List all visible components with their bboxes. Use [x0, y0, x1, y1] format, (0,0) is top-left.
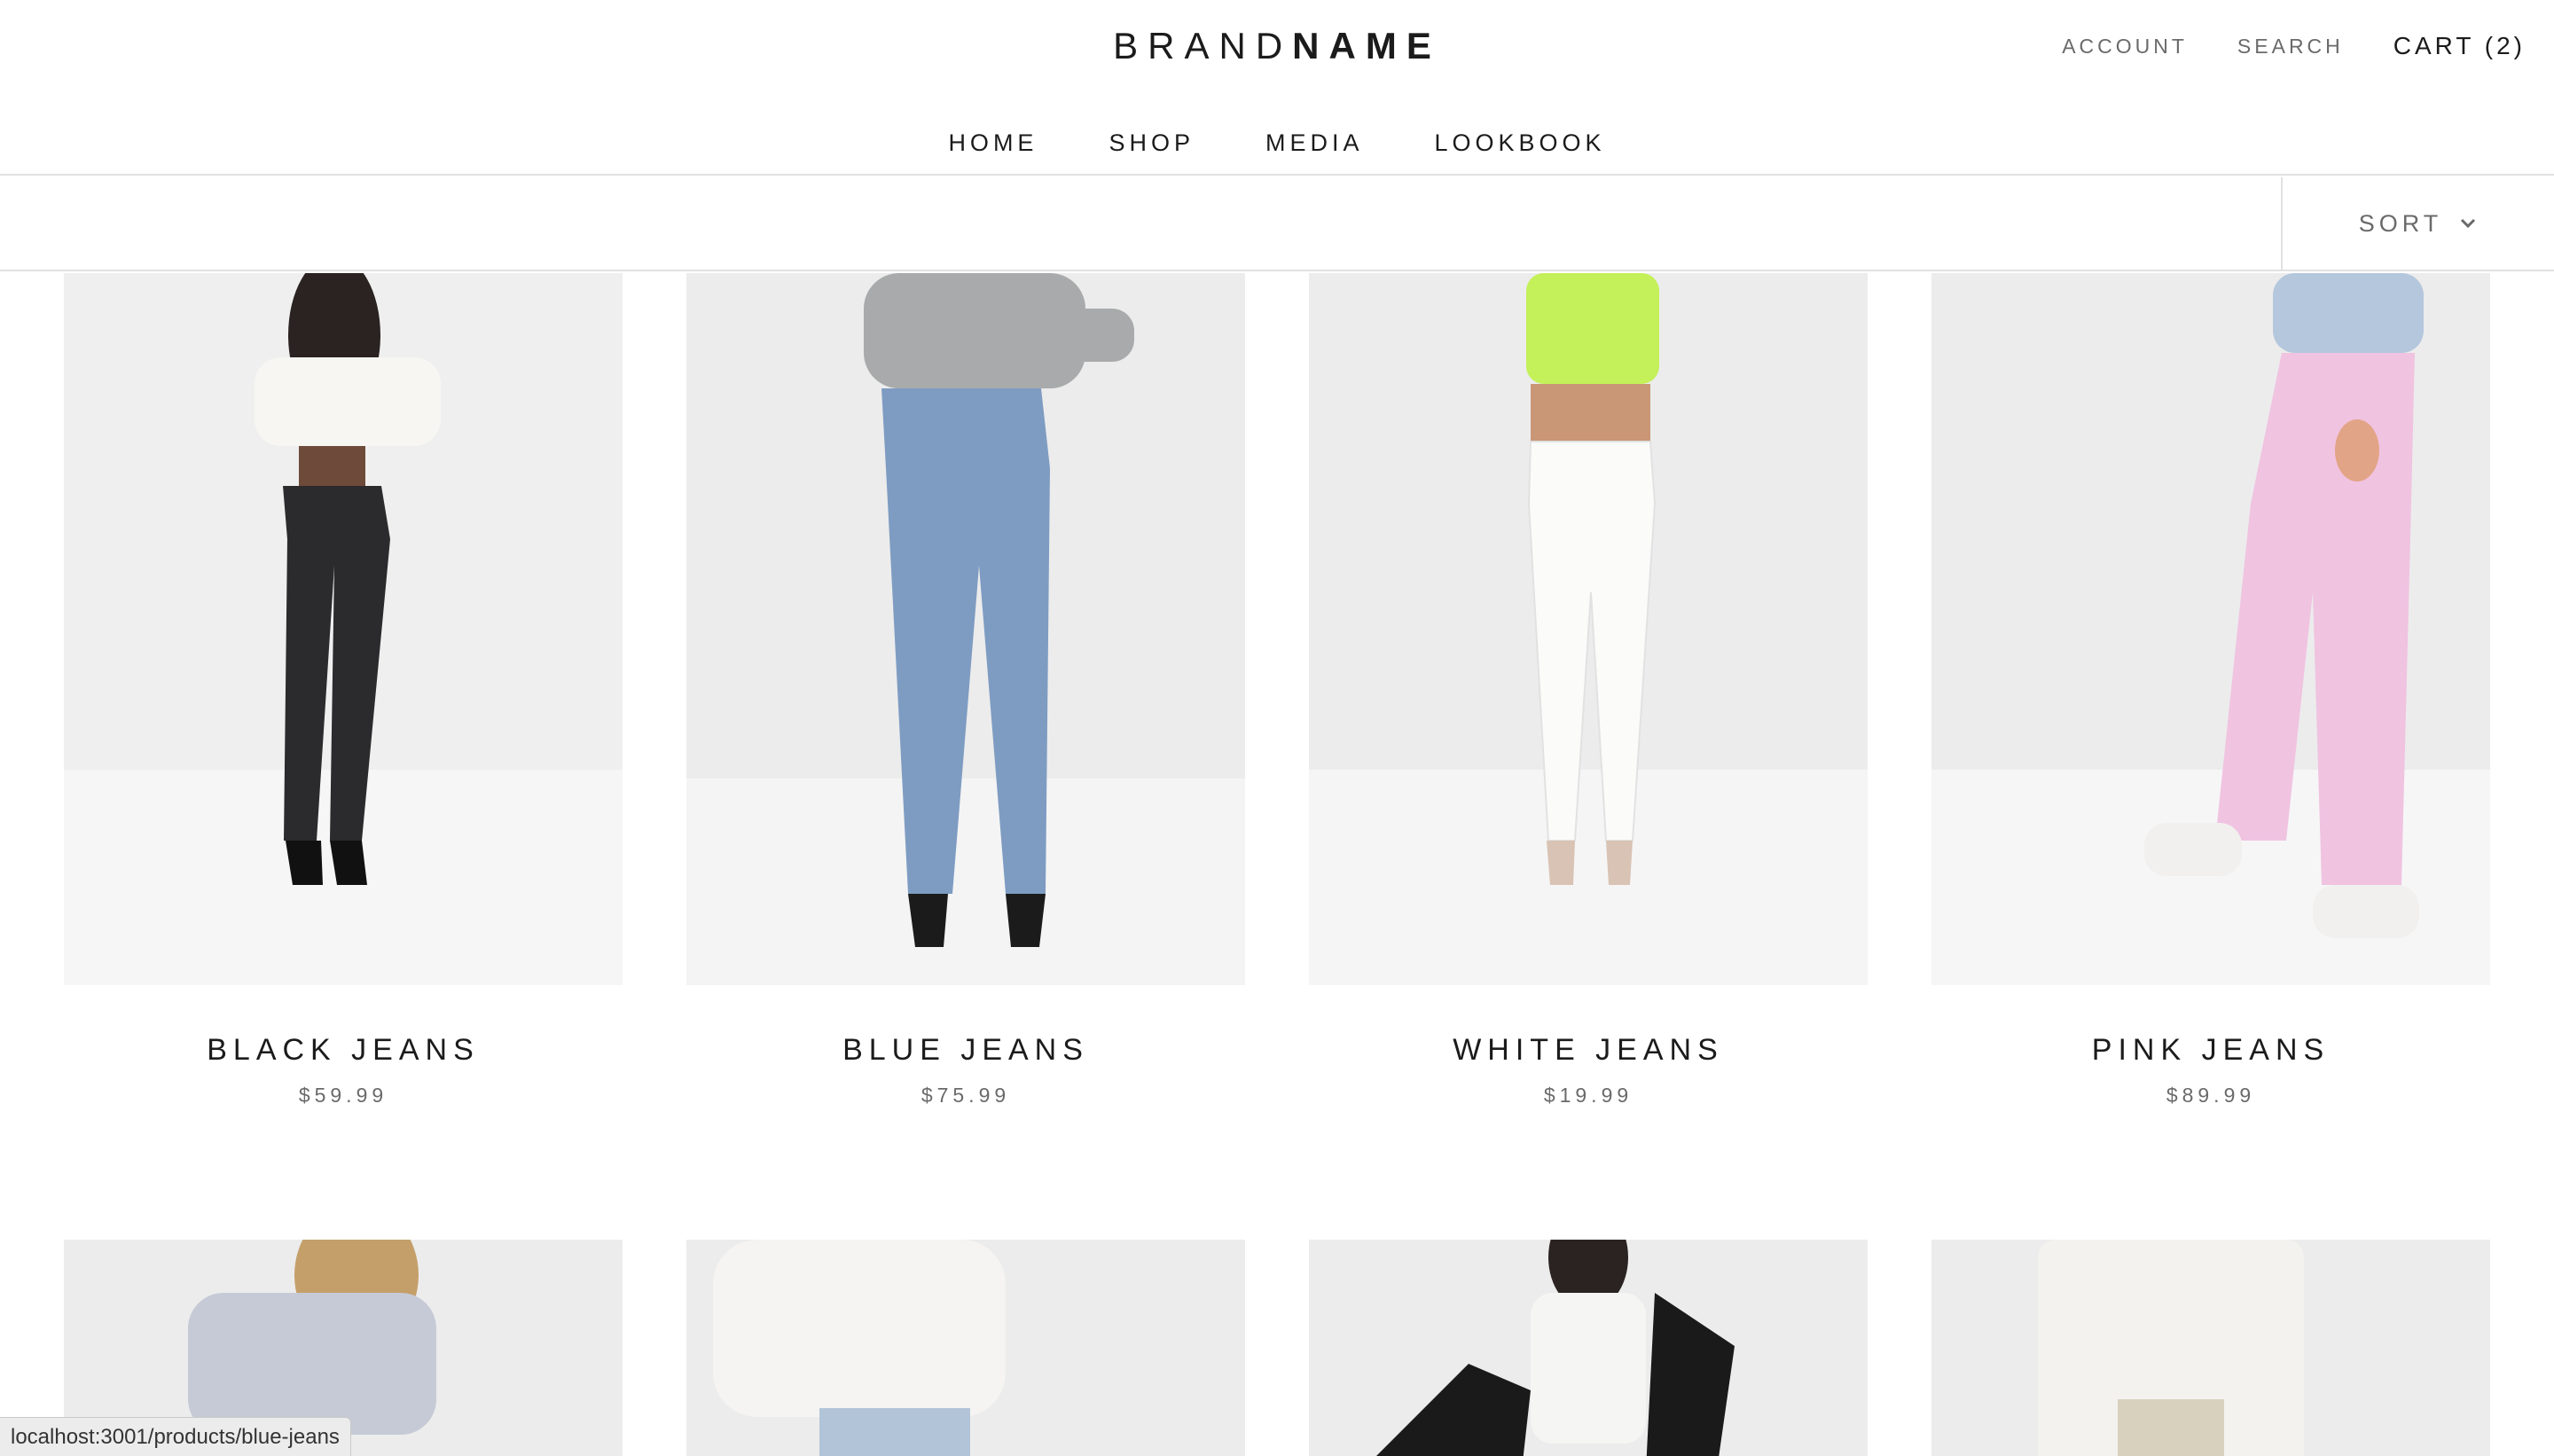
collection-toolbar: SORT — [0, 177, 2554, 271]
product-image[interactable] — [686, 1240, 1245, 1456]
product-card-white-jeans[interactable]: WHITE JEANS $19.99 — [1309, 273, 1868, 1108]
product-card-blue-jeans[interactable]: BLUE JEANS $75.99 — [686, 273, 1245, 1108]
product-grid: BLACK JEANS $59.99 BLUE JEANS $75.99 WHI… — [0, 273, 2554, 1456]
product-image[interactable] — [1309, 1240, 1868, 1456]
top-shape — [255, 357, 441, 446]
product-price: $19.99 — [1543, 1084, 1633, 1107]
product-price: $75.99 — [921, 1084, 1011, 1107]
product-image[interactable] — [64, 273, 623, 985]
product-image[interactable] — [1931, 273, 2490, 985]
chevron-down-icon — [2461, 218, 2476, 229]
browser-status-bar: localhost:3001/products/blue-jeans — [0, 1417, 351, 1456]
nav-media[interactable]: MEDIA — [1265, 129, 1364, 157]
nav-shop[interactable]: SHOP — [1109, 129, 1195, 157]
logo-bold-text: NAME — [1292, 25, 1441, 67]
nav-home[interactable]: HOME — [948, 129, 1038, 157]
logo-light-text: BRAND — [1113, 25, 1293, 67]
product-image[interactable] — [1309, 273, 1868, 985]
search-link[interactable]: SEARCH — [2237, 35, 2344, 59]
nav-lookbook[interactable]: LOOKBOOK — [1434, 129, 1605, 157]
product-card-row2-3[interactable] — [1309, 1240, 1868, 1456]
site-header: BRANDNAME ACCOUNT SEARCH CART (2) HOME S… — [0, 0, 2554, 176]
cart-link[interactable]: CART (2) — [2393, 32, 2526, 60]
product-price: $59.99 — [298, 1084, 388, 1107]
account-link[interactable]: ACCOUNT — [2062, 35, 2188, 59]
product-card-row2-2[interactable] — [686, 1240, 1245, 1456]
product-card-black-jeans[interactable]: BLACK JEANS $59.99 — [64, 273, 623, 1108]
secondary-nav: ACCOUNT SEARCH CART (2) — [2012, 32, 2526, 60]
product-title[interactable]: BLUE JEANS — [686, 1033, 1245, 1068]
product-image[interactable] — [1931, 1240, 2490, 1456]
sort-label: SORT — [2358, 209, 2443, 237]
product-title[interactable]: BLACK JEANS — [64, 1033, 623, 1068]
product-price: $89.99 — [2166, 1084, 2256, 1107]
status-url: localhost:3001/products/blue-jeans — [11, 1424, 340, 1449]
product-title[interactable]: PINK JEANS — [1931, 1033, 2490, 1068]
main-nav: HOME SHOP MEDIA LOOKBOOK — [0, 129, 2554, 157]
product-card-row2-4[interactable] — [1931, 1240, 2490, 1456]
product-title[interactable]: WHITE JEANS — [1309, 1033, 1868, 1068]
product-card-pink-jeans[interactable]: PINK JEANS $89.99 — [1931, 273, 2490, 1108]
product-image[interactable] — [686, 273, 1245, 985]
sort-button[interactable]: SORT — [2281, 177, 2554, 270]
